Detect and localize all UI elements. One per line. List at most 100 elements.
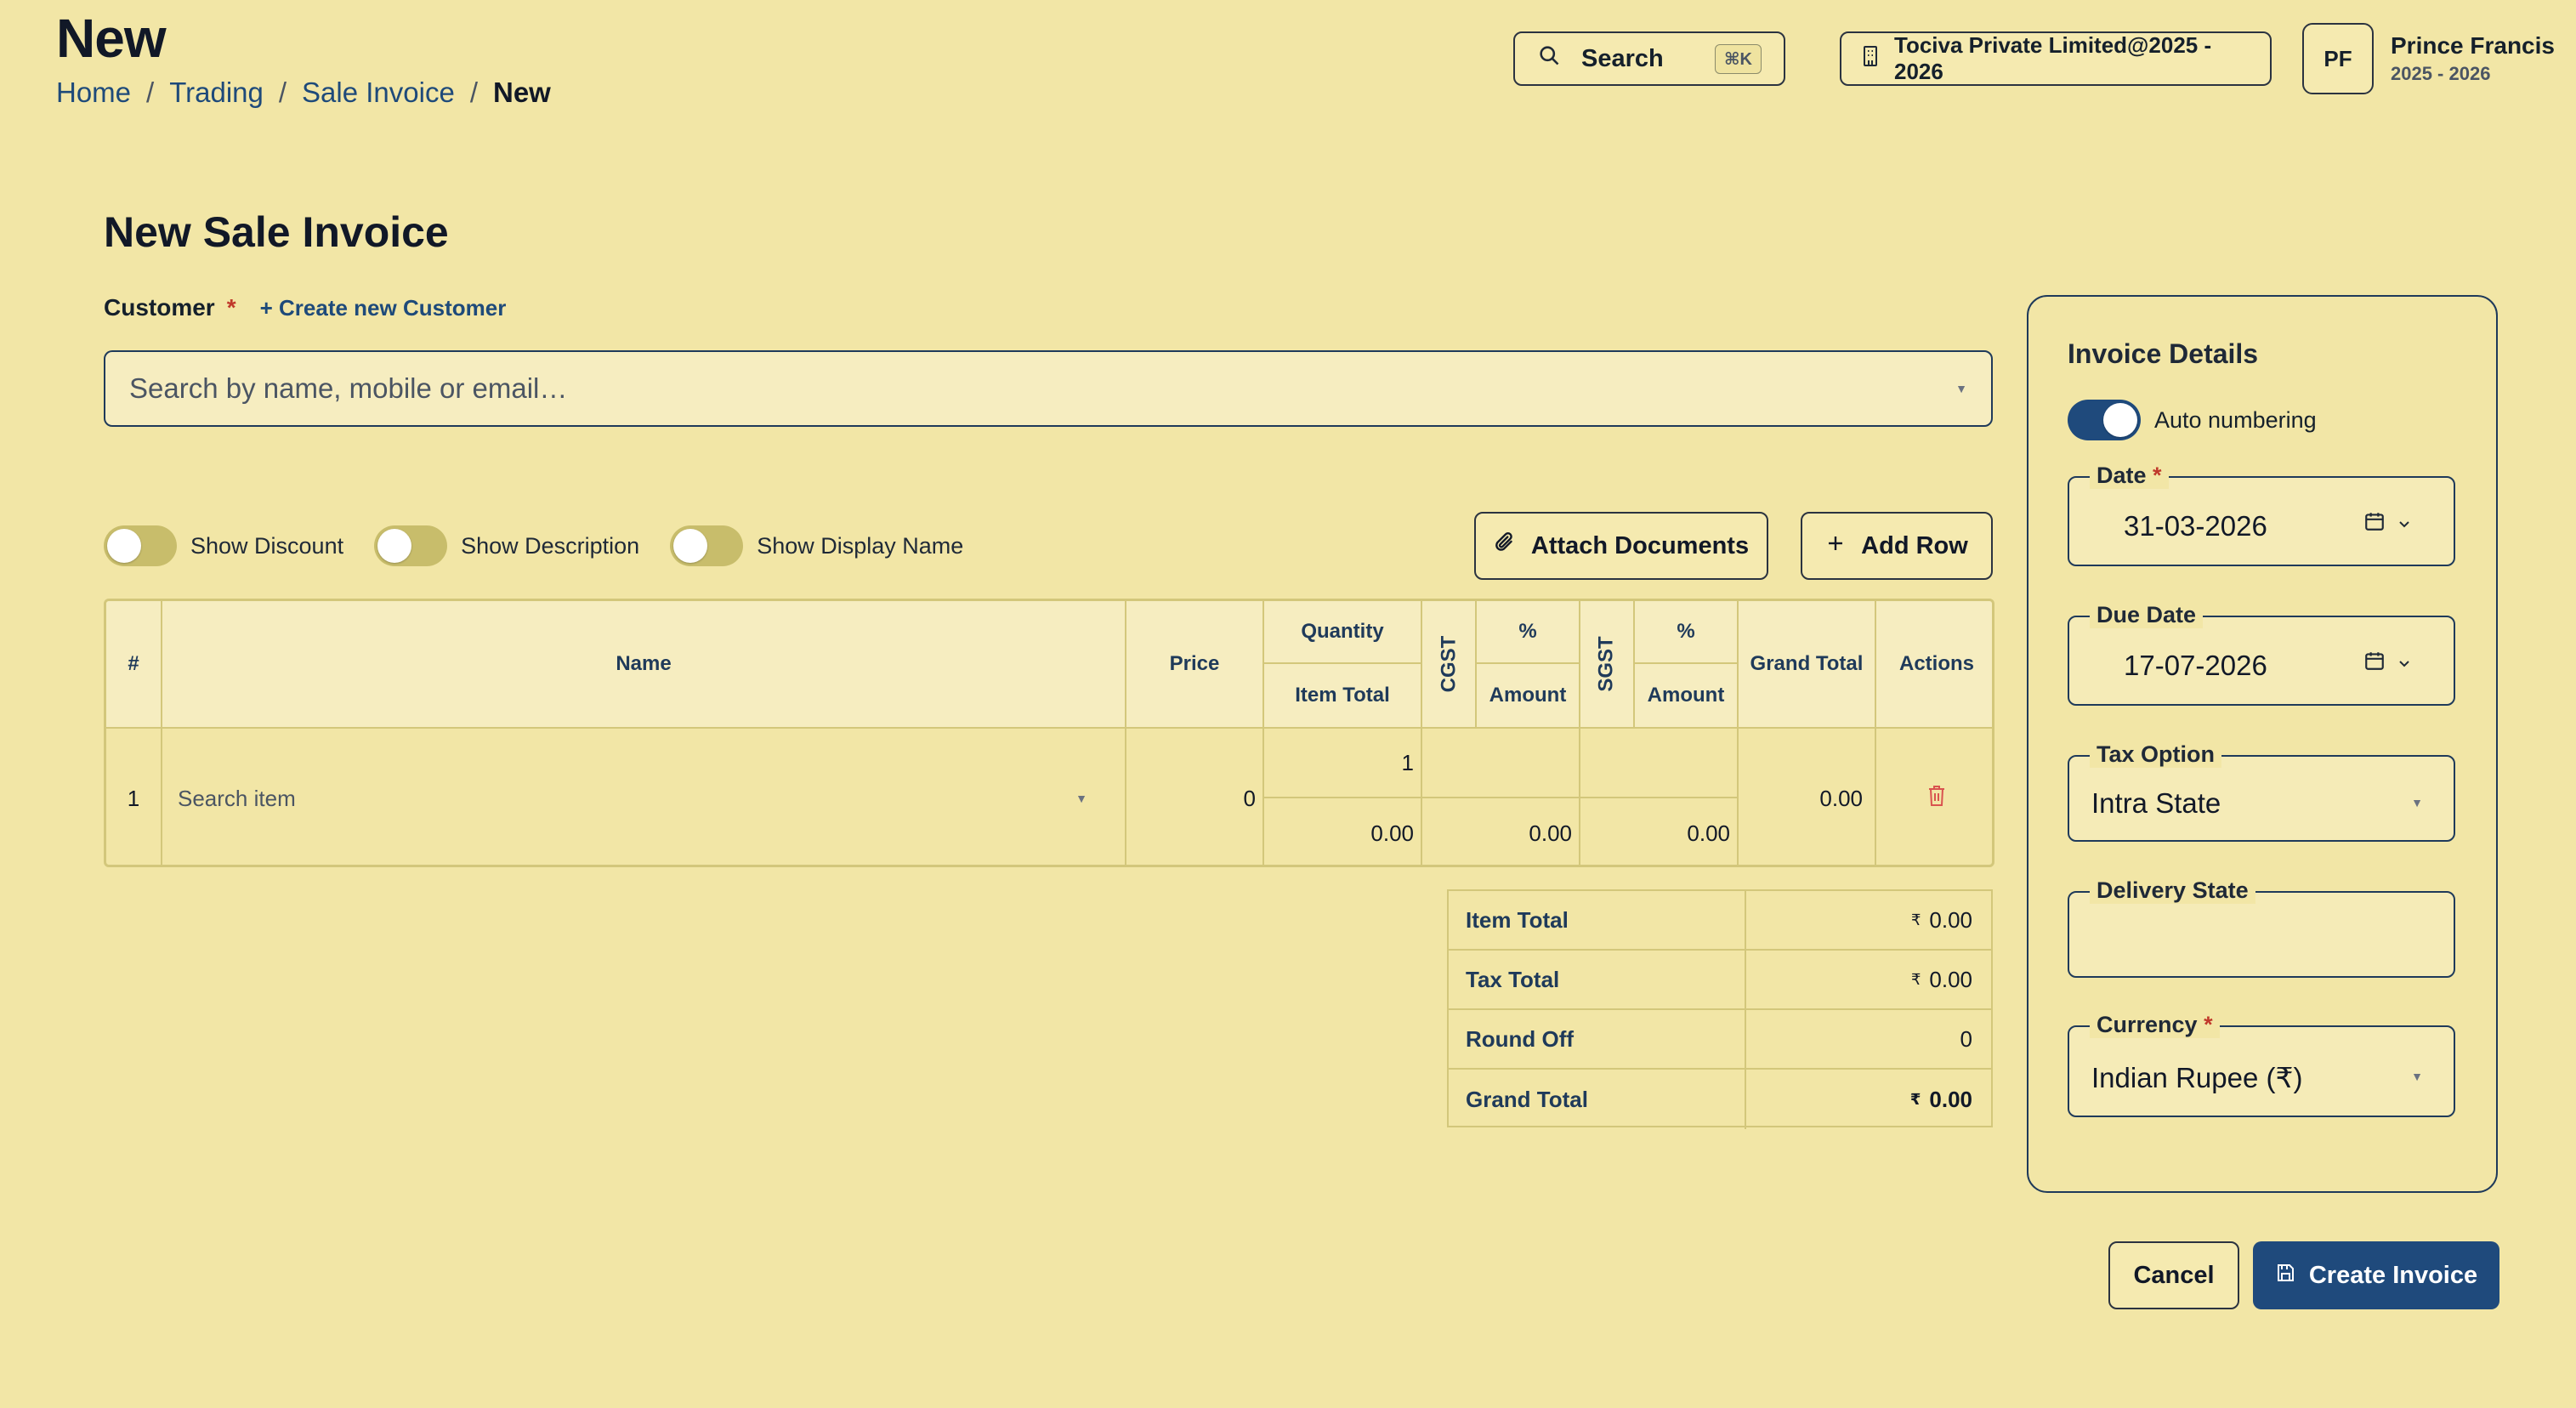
breadcrumb-separator: / [278,77,287,108]
calendar-icon [2363,650,2386,678]
toggle-label: Show Discount [190,532,344,559]
row-grand-total: 0.00 [1819,785,1863,811]
invoice-details-title: Invoice Details [2068,338,2259,369]
breadcrumb-home[interactable]: Home [56,77,131,109]
totals-value: 0.00 [1929,1086,1972,1112]
auto-numbering-toggle[interactable]: Auto numbering [2068,400,2317,440]
totals-row-item-total: Item Total ₹0.00 [1449,891,1991,951]
chevron-down-icon [2397,513,2411,537]
totals-value: 0.00 [1929,906,1972,933]
totals-value: 0 [1960,1025,1972,1052]
currency-value: Indian Rupee (₹) [2091,1062,2303,1093]
row-index: 1 [127,785,140,811]
plus-icon [1825,532,1846,560]
quantity-input[interactable]: 1 [1264,729,1421,797]
create-invoice-button[interactable]: Create Invoice [2253,1241,2499,1309]
col-header-cgst-amount: Amount [1489,684,1567,707]
breadcrumb-separator: / [469,77,478,108]
add-row-label: Add Row [1861,531,1968,559]
attach-documents-label: Attach Documents [1530,531,1750,559]
tax-option-value: Intra State [2091,787,2221,819]
rupee-symbol: ₹ [1910,911,1921,928]
item-placeholder: Search item [178,785,296,811]
chevron-down-icon: ▼ [2411,796,2423,809]
delete-row-button[interactable] [1876,729,1992,865]
show-discount-toggle[interactable]: Show Discount [104,525,343,566]
paperclip-icon [1494,531,1516,561]
toggle-switch[interactable] [2068,400,2141,440]
page-heading: New [56,8,167,69]
toggle-switch[interactable] [374,525,448,566]
rupee-symbol: ₹ [1910,970,1921,988]
toggle-switch[interactable] [104,525,177,566]
totals-summary: Item Total ₹0.00 Tax Total ₹0.00 Round O… [1447,889,1993,1129]
due-date-field[interactable]: Due Date 17-07-2026 [2068,602,2455,706]
totals-row-round-off: Round Off 0 [1449,1010,1991,1070]
search-label: Search [1581,44,1664,72]
chevron-down-icon: ▼ [1955,382,1967,395]
item-search-select[interactable]: Search item ▼ [162,729,1125,865]
col-header-sgst-percent: % [1677,620,1695,643]
sgst-amount-value: 0.00 [1687,820,1730,846]
chevron-down-icon: ▼ [2411,1070,2423,1083]
date-label: Date * [2090,463,2169,489]
due-date-label: Due Date [2090,602,2204,628]
col-header-sgst-amount: Amount [1647,684,1725,707]
col-header-quantity: Quantity [1301,620,1384,643]
form-title: New Sale Invoice [104,208,449,256]
chevron-down-icon: ▼ [1075,792,1087,805]
col-header-cgst: CGST [1422,601,1475,727]
breadcrumb-current: New [493,77,551,108]
sgst-rate-input[interactable] [1580,729,1737,797]
totals-label: Item Total [1449,891,1746,949]
company-selector[interactable]: Tociva Private Limited@2025 - 2026 [1840,31,2272,86]
currency-select[interactable]: Currency * Indian Rupee (₹) ▼ [2068,1012,2455,1117]
toggle-switch[interactable] [670,525,744,566]
date-field[interactable]: Date * 31-03-2026 [2068,463,2455,566]
col-header-item-total: Item Total [1295,684,1390,707]
required-mark: * [226,294,236,321]
show-description-toggle[interactable]: Show Description [374,525,639,566]
show-display-name-toggle[interactable]: Show Display Name [670,525,963,566]
cgst-rate-input[interactable] [1422,729,1579,797]
items-table: # Name Price Quantity Item Total CGST % … [104,599,1994,867]
date-picker-controls[interactable] [2363,650,2411,678]
trash-icon [1927,785,1946,813]
breadcrumb: Home / Trading / Sale Invoice / New [56,77,551,109]
cancel-label: Cancel [2133,1261,2215,1289]
customer-search-input[interactable]: Search by name, mobile or email… ▼ [104,350,1993,427]
item-total-value: 0.00 [1370,820,1414,846]
totals-row-tax-total: Tax Total ₹0.00 [1449,951,1991,1010]
date-picker-controls[interactable] [2363,510,2411,538]
attach-documents-button[interactable]: Attach Documents [1474,512,1768,580]
breadcrumb-sale-invoice[interactable]: Sale Invoice [302,77,455,109]
col-header-actions: Actions [1898,652,1974,675]
rupee-symbol: ₹ [1909,1090,1921,1108]
cancel-button[interactable]: Cancel [2108,1241,2239,1309]
sgst-label: SGST [1595,636,1618,692]
totals-row-grand-total: Grand Total ₹0.00 [1449,1070,1991,1129]
col-header-sgst: SGST [1580,601,1633,727]
display-toggles: Show Discount Show Description Show Disp… [104,525,963,566]
price-input[interactable]: 0 [1126,729,1262,865]
user-avatar[interactable]: PF [2302,23,2374,94]
user-name: Prince Francis [2391,32,2555,59]
calendar-icon [2363,510,2386,538]
breadcrumb-separator: / [146,77,155,108]
global-search-button[interactable]: Search ⌘K [1513,31,1785,86]
save-icon [2275,1262,2295,1290]
customer-label: Customer [104,294,215,321]
add-row-button[interactable]: Add Row [1801,512,1993,580]
customer-label-row: Customer * + Create new Customer [104,294,506,321]
breadcrumb-trading[interactable]: Trading [169,77,264,109]
company-name: Tociva Private Limited@2025 - 2026 [1894,32,2212,84]
user-financial-year: 2025 - 2026 [2391,63,2491,84]
delivery-state-label: Delivery State [2090,877,2255,904]
due-date-value: 17-07-2026 [2124,650,2267,681]
delivery-state-input[interactable]: Delivery State [2068,877,2455,978]
cgst-label: CGST [1437,635,1461,693]
col-header-name: Name [616,652,672,675]
tax-option-select[interactable]: Tax Option Intra State ▼ [2068,741,2455,842]
totals-value: 0.00 [1929,966,1972,992]
create-customer-link[interactable]: + Create new Customer [260,295,507,321]
